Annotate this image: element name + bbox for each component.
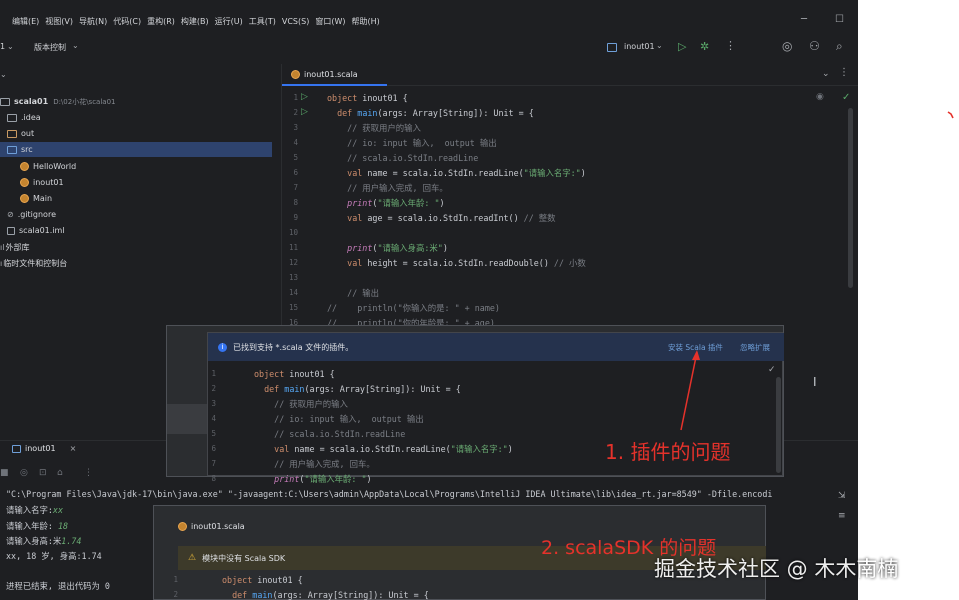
annotation-overlay	[680, 350, 700, 431]
stray-red-mark	[947, 111, 954, 119]
annotation-arrow	[680, 351, 698, 431]
text-cursor-icon: I	[813, 375, 817, 389]
annotation-arrowhead	[692, 350, 700, 360]
watermark: 掘金技术社区 @ 木木南楠	[654, 557, 899, 581]
ide-window: 编辑(E) 视图(V) 导航(N) 代码(C) 重构(R) 构建(B) 运行(U…	[0, 0, 858, 600]
annotation-plugin-issue: 1. 插件的问题	[605, 440, 731, 464]
